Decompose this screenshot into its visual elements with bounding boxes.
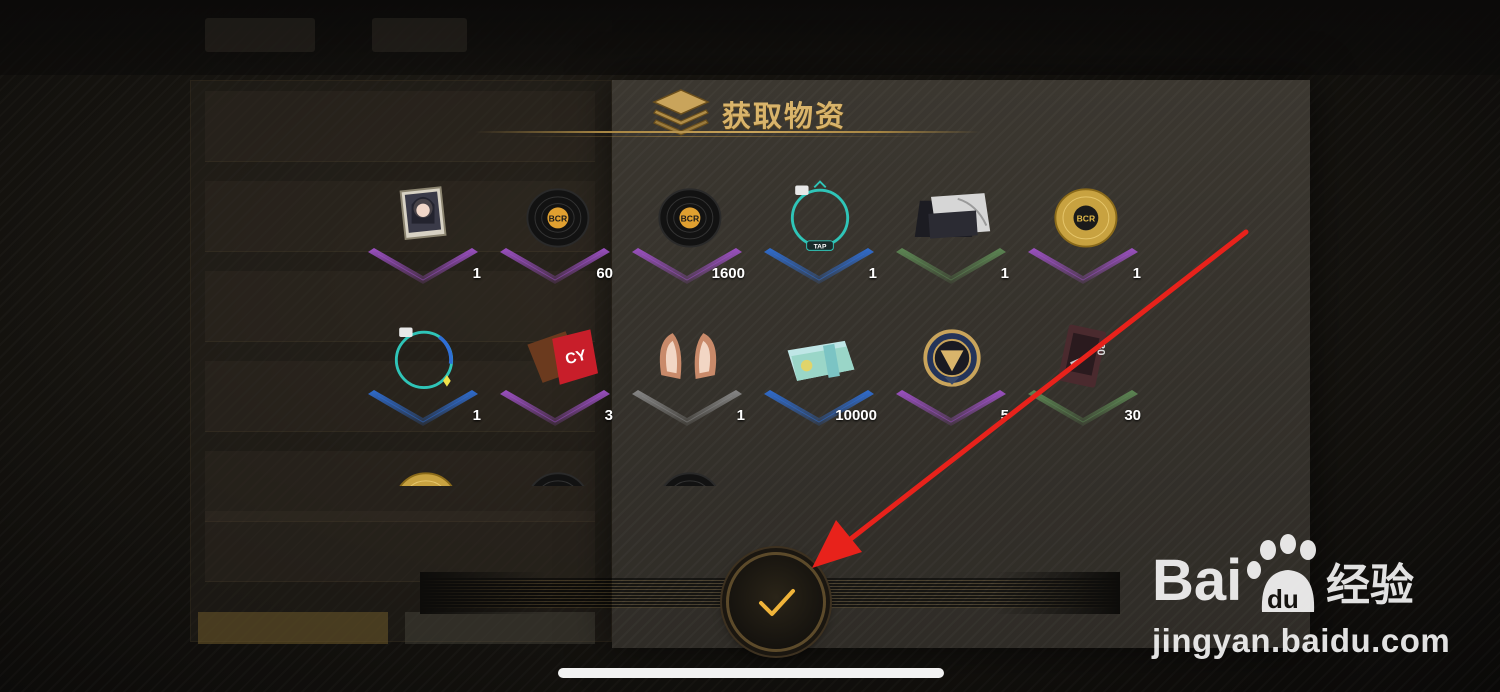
top-bar	[0, 0, 1500, 75]
list-item	[205, 91, 595, 162]
baidu-logo-icon: Bai du 经验	[1152, 534, 1414, 614]
reward-item[interactable]: BCR 1600	[626, 170, 751, 290]
item-count: 1	[472, 407, 481, 424]
emblem-badge-icon	[923, 329, 981, 387]
watermark-logo-cn: 经验	[1326, 560, 1414, 611]
back-button	[205, 18, 315, 52]
item-count: 30	[1124, 407, 1141, 424]
title-divider	[475, 131, 980, 133]
delete-read-button	[405, 612, 595, 644]
reward-item[interactable]: BCR 1	[1022, 170, 1147, 290]
svg-text:BCR: BCR	[1077, 214, 1096, 224]
popup-title: 获取物资	[722, 99, 847, 133]
item-count: 3	[604, 407, 613, 424]
reward-item[interactable]: BCR	[626, 454, 751, 486]
home-indicator[interactable]	[558, 668, 944, 678]
fox-ears-icon	[659, 333, 717, 379]
reward-grid: 1 BCR 60 BCR 1600 TAP 1 1 BCR 1 1 CY 3 1 10000 5 30 30 BCR…	[362, 168, 1152, 486]
cassette-card-icon: 30	[1057, 324, 1106, 388]
item-count: 10000	[835, 407, 877, 424]
watermark-logo-text: Bai	[1152, 548, 1242, 613]
svg-text:BCR: BCR	[549, 214, 568, 224]
confirm-button[interactable]	[726, 552, 826, 652]
bcr-vinyl-record-icon: BCR	[526, 188, 590, 248]
reward-item[interactable]: 5	[890, 312, 1015, 432]
title-divider	[520, 136, 940, 137]
reward-item[interactable]: 30 30	[1022, 312, 1147, 432]
claim-all-button	[198, 612, 388, 644]
bcr-gold-record-icon: BCR	[1054, 188, 1118, 248]
item-count: 1	[1000, 265, 1009, 282]
item-count: 1	[736, 407, 745, 424]
svg-text:TAP: TAP	[814, 243, 827, 250]
reward-item[interactable]: 1	[890, 170, 1015, 290]
checkmark-icon	[759, 589, 795, 616]
watermark-site: jingyan.baidu.com	[1152, 622, 1451, 659]
reward-item[interactable]: BCR	[494, 454, 619, 486]
reward-item[interactable]: 10000	[758, 312, 883, 432]
bcr-gold-record-icon: BCR	[399, 472, 453, 486]
chocolate-bar-icon: CY	[527, 329, 598, 385]
banknote-bundle-icon	[787, 340, 855, 381]
svg-text:BCR: BCR	[681, 214, 700, 224]
reward-item[interactable]: 1	[626, 312, 751, 432]
item-count: 1600	[711, 265, 745, 282]
tap-avatar-frame-icon: TAP	[790, 180, 850, 251]
reward-item[interactable]: BCR 60	[494, 170, 619, 290]
item-count: 60	[596, 265, 613, 282]
svg-text:30: 30	[1094, 343, 1106, 356]
reward-item[interactable]: 1	[362, 170, 487, 290]
reward-item[interactable]: CY 3	[494, 312, 619, 432]
item-count: 1	[1132, 265, 1141, 282]
bcr-vinyl-record-icon: BCR	[663, 472, 717, 486]
reward-item[interactable]: BCR	[362, 454, 487, 486]
bcr-vinyl-record-icon: BCR	[658, 188, 722, 248]
business-card-icon	[914, 193, 991, 239]
reward-item[interactable]: 1	[362, 312, 487, 432]
stack-layers-icon	[652, 89, 710, 136]
item-count: 1	[472, 265, 481, 282]
avatar-frame-ring-icon	[394, 327, 454, 390]
watermark-logo-text2: du	[1267, 584, 1299, 614]
character-portrait-icon	[399, 186, 447, 241]
menu-button	[372, 18, 467, 52]
item-count: 5	[1000, 407, 1009, 424]
item-count: 1	[868, 265, 877, 282]
bcr-vinyl-record-icon: BCR	[531, 472, 585, 486]
reward-item[interactable]: TAP 1	[758, 170, 883, 290]
